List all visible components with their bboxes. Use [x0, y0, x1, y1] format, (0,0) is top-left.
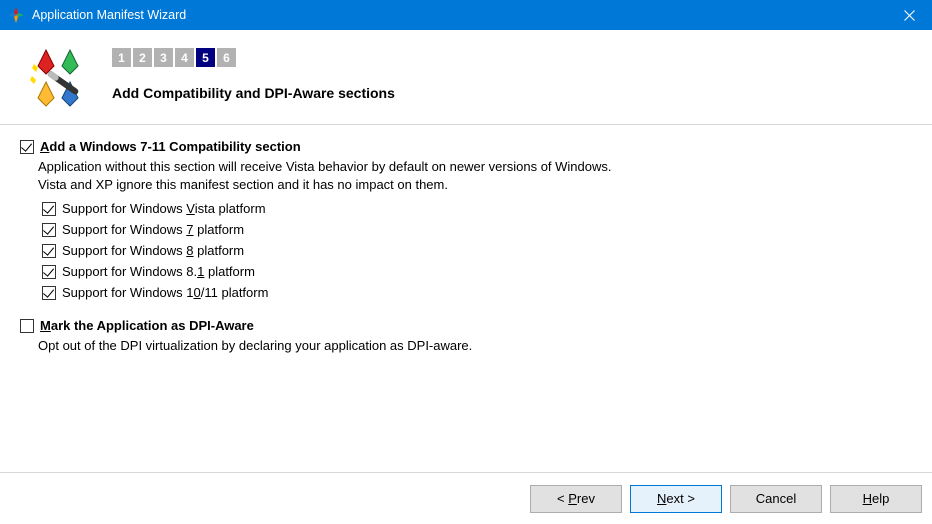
platform-checkbox[interactable] — [42, 223, 56, 237]
compat-description: Application without this section will re… — [38, 158, 906, 193]
step-indicator: 123456 — [112, 48, 906, 67]
cancel-button[interactable]: Cancel — [730, 485, 822, 513]
dpi-group: Mark the Application as DPI-Aware Opt ou… — [20, 318, 906, 355]
compat-checkbox[interactable] — [20, 140, 34, 154]
step-cell-4: 4 — [175, 48, 194, 67]
platform-label[interactable]: Support for Windows Vista platform — [62, 201, 266, 216]
wizard-heading: Add Compatibility and DPI-Aware sections — [112, 85, 906, 101]
prev-button[interactable]: < Prev — [530, 485, 622, 513]
platform-checkbox-row: Support for Windows 8 platform — [42, 243, 906, 258]
wizard-header: 123456 Add Compatibility and DPI-Aware s… — [0, 30, 932, 125]
platform-label[interactable]: Support for Windows 10/11 platform — [62, 285, 268, 300]
step-cell-2: 2 — [133, 48, 152, 67]
wizard-logo-icon — [26, 46, 90, 110]
platform-label[interactable]: Support for Windows 8.1 platform — [62, 264, 255, 279]
platform-checkbox-row: Support for Windows 7 platform — [42, 222, 906, 237]
platform-checkbox[interactable] — [42, 244, 56, 258]
window-title: Application Manifest Wizard — [32, 8, 886, 22]
platform-checkbox-row: Support for Windows Vista platform — [42, 201, 906, 216]
platform-checkbox-row: Support for Windows 10/11 platform — [42, 285, 906, 300]
title-bar: Application Manifest Wizard — [0, 0, 932, 30]
platform-checkbox[interactable] — [42, 265, 56, 279]
platform-label[interactable]: Support for Windows 7 platform — [62, 222, 244, 237]
next-button[interactable]: Next > — [630, 485, 722, 513]
dpi-description: Opt out of the DPI virtualization by dec… — [38, 337, 906, 355]
wizard-footer: < Prev Next > Cancel Help — [0, 472, 932, 524]
step-cell-1: 1 — [112, 48, 131, 67]
app-icon — [8, 7, 24, 23]
content-area: 123456 Add Compatibility and DPI-Aware s… — [0, 30, 932, 524]
help-button[interactable]: Help — [830, 485, 922, 513]
compatibility-group: Add a Windows 7-11 Compatibility section… — [20, 139, 906, 300]
wizard-body: Add a Windows 7-11 Compatibility section… — [0, 125, 932, 472]
close-button[interactable] — [886, 0, 932, 30]
step-cell-3: 3 — [154, 48, 173, 67]
platform-checkbox-row: Support for Windows 8.1 platform — [42, 264, 906, 279]
platform-label[interactable]: Support for Windows 8 platform — [62, 243, 244, 258]
platform-checkbox[interactable] — [42, 202, 56, 216]
step-cell-6: 6 — [217, 48, 236, 67]
platform-checkbox[interactable] — [42, 286, 56, 300]
dpi-checkbox[interactable] — [20, 319, 34, 333]
compat-platform-list: Support for Windows Vista platform Suppor… — [42, 201, 906, 300]
compat-label[interactable]: Add a Windows 7-11 Compatibility section — [40, 139, 301, 154]
step-cell-5: 5 — [196, 48, 215, 67]
dpi-label[interactable]: Mark the Application as DPI-Aware — [40, 318, 254, 333]
